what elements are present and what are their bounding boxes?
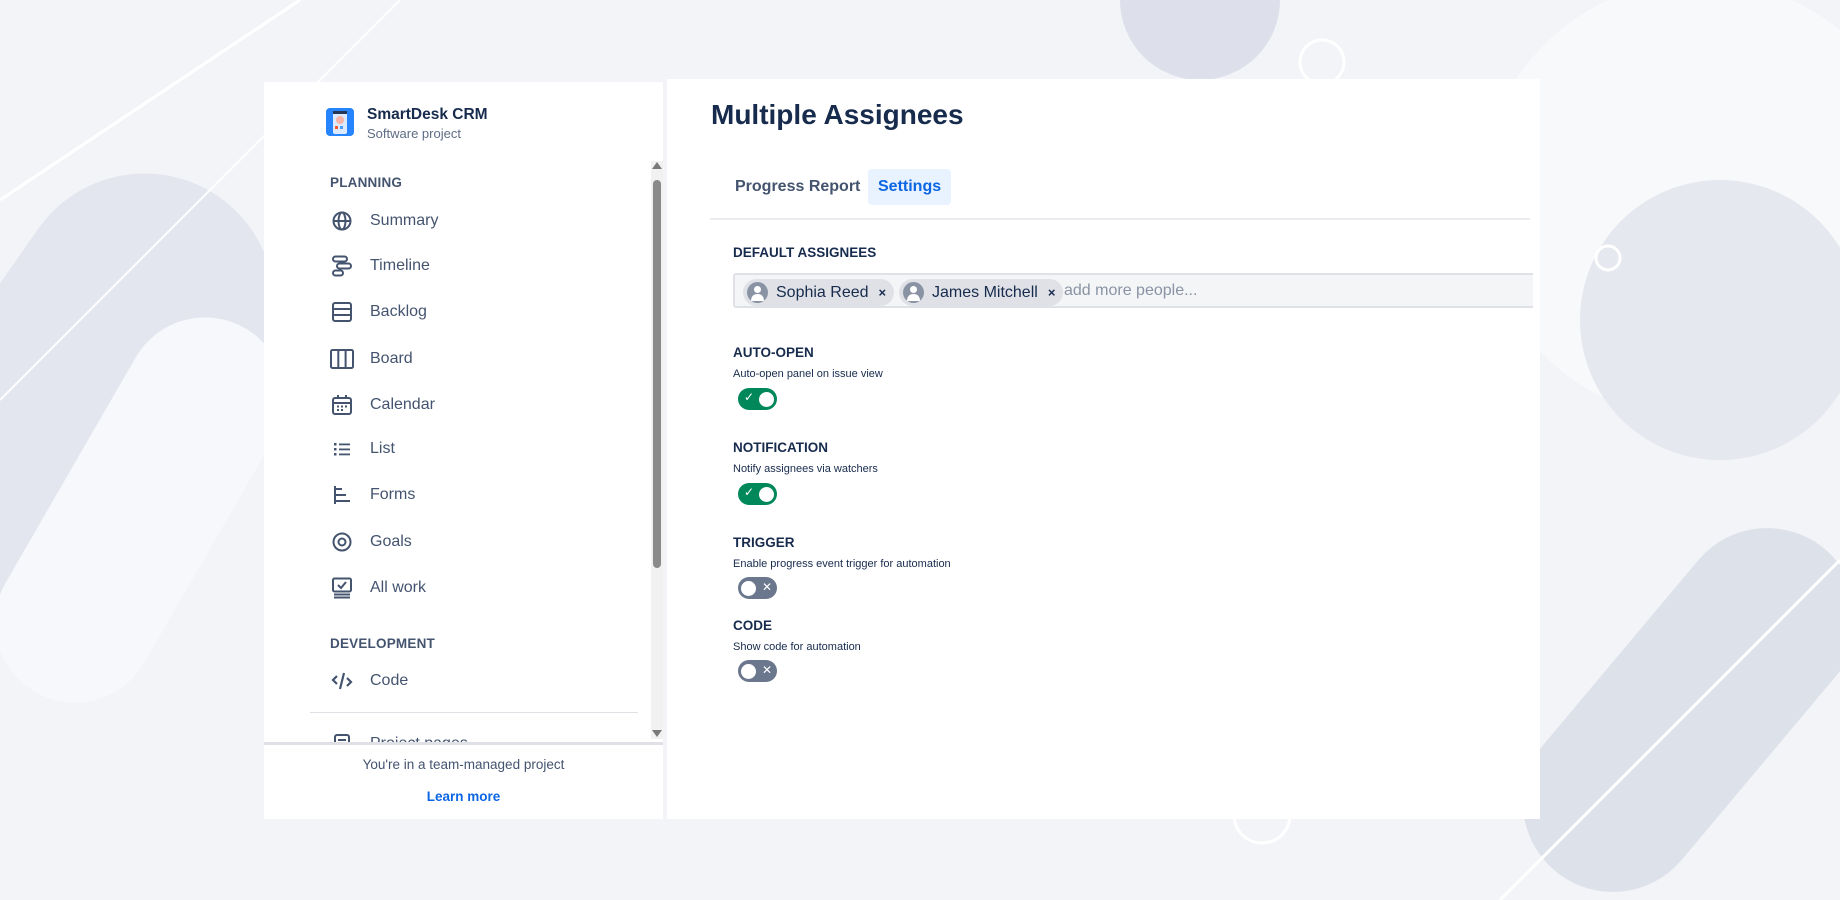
code-description: Show code for automation <box>733 641 861 653</box>
assignee-chip: Sophia Reed × <box>743 279 895 306</box>
sidebar-item-forms[interactable]: Forms <box>284 477 644 513</box>
planning-section-label: PLANNING <box>330 175 403 190</box>
main-panel: Multiple Assignees Progress Report Setti… <box>667 79 1540 819</box>
sidebar-scrollbar-thumb[interactable] <box>653 180 661 568</box>
project-type: Software project <box>367 126 461 141</box>
learn-more-link[interactable]: Learn more <box>264 789 663 804</box>
sidebar-item-label: Timeline <box>370 257 430 274</box>
backlog-icon <box>322 301 362 323</box>
notification-toggle[interactable]: ✓ <box>738 483 777 505</box>
remove-assignee-icon[interactable]: × <box>879 285 887 300</box>
auto-open-label: AUTO-OPEN <box>733 345 814 360</box>
assignee-chip: James Mitchell × <box>899 279 1064 306</box>
sidebar-item-board[interactable]: Board <box>284 341 644 377</box>
sidebar-item-label: Calendar <box>370 396 435 413</box>
auto-open-toggle[interactable]: ✓ <box>738 388 777 410</box>
sidebar-item-all-work[interactable]: All work <box>284 570 644 606</box>
goals-icon <box>322 531 362 553</box>
scroll-up-arrow-icon[interactable] <box>652 162 662 169</box>
tab-progress-report[interactable]: Progress Report <box>725 169 870 205</box>
project-logo <box>326 108 354 136</box>
trigger-description: Enable progress event trigger for automa… <box>733 558 951 570</box>
avatar-icon <box>747 282 768 303</box>
sidebar: SmartDesk CRM Software project PLANNING … <box>264 82 663 819</box>
sidebar-item-label: Goals <box>370 533 412 550</box>
board-icon <box>322 349 362 369</box>
sidebar-item-code[interactable]: Code <box>284 663 644 699</box>
sidebar-item-timeline[interactable]: Timeline <box>284 248 644 284</box>
tab-settings[interactable]: Settings <box>868 169 952 205</box>
list-icon <box>322 441 362 457</box>
sidebar-footer: You're in a team-managed project Learn m… <box>264 742 663 819</box>
sidebar-item-label: List <box>370 440 395 457</box>
default-assignees-label: DEFAULT ASSIGNEES <box>733 245 877 260</box>
cross-icon: ✕ <box>762 580 773 594</box>
scroll-down-arrow-icon[interactable] <box>652 730 662 737</box>
sidebar-item-calendar[interactable]: Calendar <box>284 387 644 423</box>
avatar-icon <box>903 282 924 303</box>
sidebar-item-label: Summary <box>370 212 439 229</box>
code-icon <box>322 671 362 691</box>
sidebar-item-label: Backlog <box>370 303 427 320</box>
code-label: CODE <box>733 618 773 633</box>
tabs-divider <box>710 218 1530 220</box>
forms-icon <box>322 485 362 505</box>
trigger-toggle[interactable]: ✕ <box>738 577 777 599</box>
notification-label: NOTIFICATION <box>733 440 828 455</box>
sidebar-item-label: All work <box>370 579 427 596</box>
globe-icon <box>322 210 362 232</box>
calendar-icon <box>322 394 362 416</box>
sidebar-divider <box>310 712 638 713</box>
sidebar-item-label: Code <box>370 672 409 689</box>
sidebar-item-goals[interactable]: Goals <box>284 524 644 560</box>
assignees-input[interactable]: Sophia Reed × James Mitchell × add more … <box>733 273 1533 308</box>
notification-description: Notify assignees via watchers <box>733 463 878 475</box>
project-name[interactable]: SmartDesk CRM <box>367 106 488 124</box>
cross-icon: ✕ <box>762 663 773 677</box>
auto-open-description: Auto-open panel on issue view <box>733 368 883 380</box>
trigger-label: TRIGGER <box>733 535 795 550</box>
assignee-name: James Mitchell <box>932 283 1038 301</box>
team-managed-text: You're in a team-managed project <box>362 757 565 772</box>
all-work-icon <box>322 577 362 599</box>
code-toggle[interactable]: ✕ <box>738 660 777 682</box>
sidebar-item-summary[interactable]: Summary <box>284 203 644 239</box>
page-title: Multiple Assignees <box>711 99 964 130</box>
check-icon: ✓ <box>744 390 755 404</box>
sidebar-item-list[interactable]: List <box>284 431 644 467</box>
sidebar-item-backlog[interactable]: Backlog <box>284 294 644 330</box>
development-section-label: DEVELOPMENT <box>330 636 435 651</box>
assignee-name: Sophia Reed <box>776 283 869 301</box>
sidebar-item-label: Board <box>370 350 413 367</box>
add-people-placeholder[interactable]: add more people... <box>1064 282 1197 300</box>
timeline-icon <box>322 255 362 277</box>
remove-assignee-icon[interactable]: × <box>1048 285 1056 300</box>
sidebar-item-label: Forms <box>370 486 416 503</box>
check-icon: ✓ <box>744 485 755 499</box>
